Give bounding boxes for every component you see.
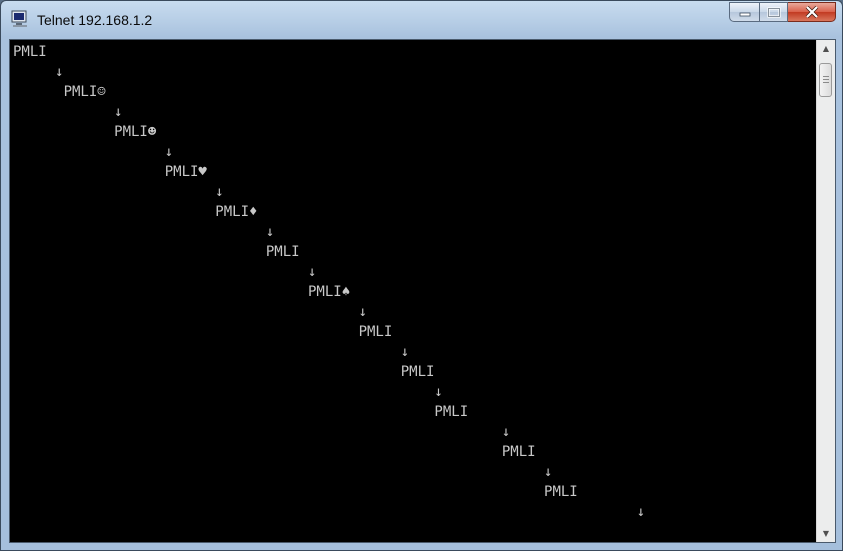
terminal-line: ↓: [13, 184, 224, 200]
terminal-line: PMLI☻: [13, 124, 157, 140]
terminal-line: ↓: [13, 104, 123, 120]
close-icon: [805, 6, 818, 18]
thumb-grip-icon: [823, 79, 829, 80]
scroll-up-button[interactable]: ▲: [817, 40, 835, 57]
terminal-line: ↓: [13, 504, 646, 520]
maximize-icon: [766, 6, 781, 18]
terminal-line: PMLI: [13, 324, 393, 340]
terminal-line: PMLI: [13, 484, 578, 500]
scroll-down-button[interactable]: ▼: [817, 525, 835, 542]
window-title: Telnet 192.168.1.2: [37, 12, 153, 28]
terminal-line: ↓: [13, 304, 368, 320]
terminal-line: ↓: [13, 64, 64, 80]
close-button[interactable]: [788, 2, 836, 22]
title-bar[interactable]: Telnet 192.168.1.2: [1, 1, 842, 39]
terminal-line: PMLI: [13, 244, 300, 260]
terminal-line: ↓: [13, 224, 275, 240]
terminal-line: PMLI♠: [13, 284, 351, 300]
terminal-line: PMLI☺: [13, 84, 106, 100]
thumb-grip-icon: [823, 76, 829, 77]
terminal-line: PMLI: [13, 404, 469, 420]
terminal-line: ↓: [13, 424, 511, 440]
window-controls: [729, 2, 836, 24]
minimize-icon: [739, 12, 750, 17]
scrollbar-thumb[interactable]: [819, 63, 832, 97]
terminal-output[interactable]: PMLI ↓ PMLI☺ ↓ PMLI☻ ↓ PMLI♥ ↓ PMLI♦ ↓ P…: [10, 40, 812, 542]
terminal-line: ↓: [13, 144, 174, 160]
telnet-window: Telnet 192.168.1.2 PMLI ↓ PMLI☺ ↓ PMLI☻ …: [0, 0, 843, 551]
terminal-line: PMLI♦: [13, 204, 258, 220]
telnet-terminal-icon[interactable]: [10, 9, 30, 29]
terminal-line: PMLI: [13, 444, 536, 460]
terminal-client-area: PMLI ↓ PMLI☺ ↓ PMLI☻ ↓ PMLI♥ ↓ PMLI♦ ↓ P…: [9, 39, 836, 543]
maximize-button[interactable]: [760, 2, 788, 22]
terminal-line: PMLI: [13, 44, 47, 60]
scroll-down-arrow-icon: ▼: [822, 529, 830, 538]
scroll-up-arrow-icon: ▲: [822, 44, 830, 53]
terminal-line: PMLI♥: [13, 164, 207, 180]
terminal-line: ↓: [13, 464, 553, 480]
terminal-line: ↓: [13, 384, 443, 400]
minimize-button[interactable]: [729, 2, 760, 22]
terminal-line: PMLI: [13, 364, 435, 380]
thumb-grip-icon: [823, 82, 829, 83]
terminal-line: ↓: [13, 344, 410, 360]
vertical-scrollbar[interactable]: ▲ ▼: [816, 40, 835, 542]
terminal-line: ↓: [13, 264, 317, 280]
